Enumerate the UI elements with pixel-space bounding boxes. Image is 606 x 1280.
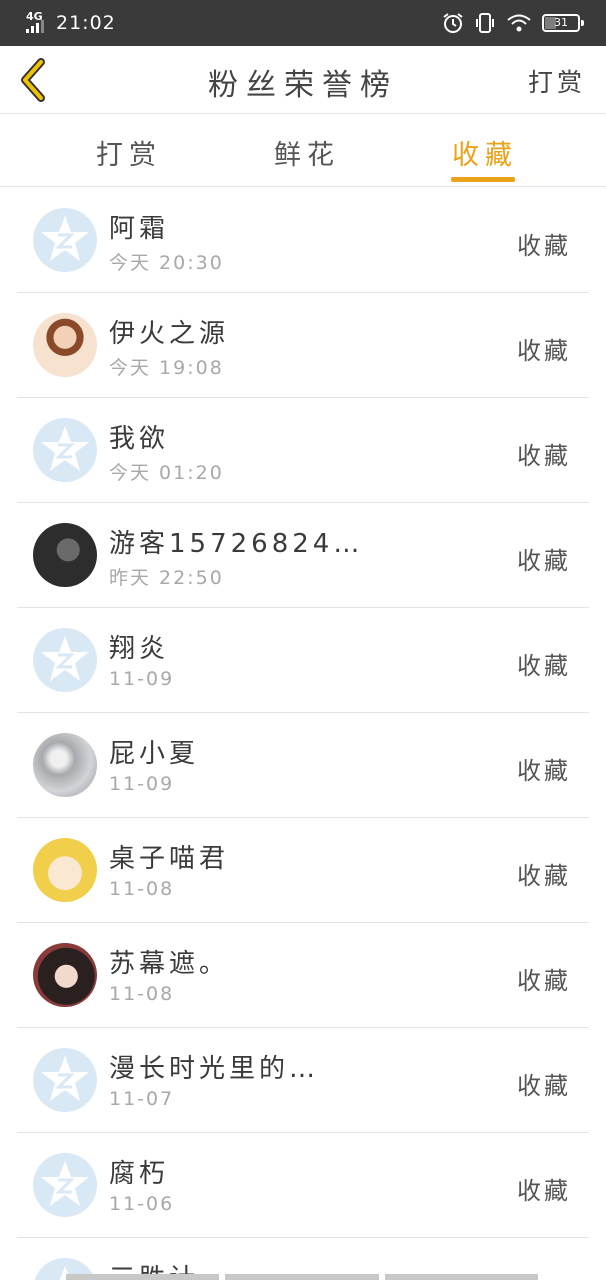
tab-bar: 打赏 鲜花 收藏 [0,115,606,187]
user-avatar [33,838,97,902]
action-label: 收藏 [517,547,571,575]
user-avatar [33,943,97,1007]
list-item[interactable]: 游客15726824… 昨天 22:50 收藏 [17,503,589,608]
user-name: 阿霜 [109,214,170,244]
tab-reward[interactable]: 打赏 [96,133,162,172]
list-item[interactable]: 漫长时光里的… 11-07 收藏 [17,1028,589,1133]
list-item[interactable]: 屁小夏 11-09 收藏 [17,713,589,818]
user-avatar [33,313,97,377]
wifi-icon [507,14,531,32]
user-avatar [33,523,97,587]
battery-icon: 31 [542,14,584,32]
top-app-bar: 粉丝荣誉榜 打赏 [0,46,606,114]
default-avatar [33,208,97,272]
page-title: 粉丝荣誉榜 [208,68,398,103]
list-item[interactable]: 阿霜 今天 20:30 收藏 [17,188,589,293]
action-label: 收藏 [517,967,571,995]
action-label: 收藏 [517,232,571,260]
favorite-time: 11-09 [109,773,175,795]
active-tab-indicator [451,177,515,182]
favorite-time: 昨天 22:50 [109,567,224,589]
favorite-time: 11-09 [109,668,175,690]
favorite-time: 今天 20:30 [109,252,224,274]
action-label: 收藏 [517,1177,571,1205]
action-label: 收藏 [517,337,571,365]
list-item[interactable]: 腐朽 11-06 收藏 [17,1133,589,1238]
alarm-icon [443,13,463,33]
reward-button[interactable]: 打赏 [528,63,586,99]
favorite-time: 今天 19:08 [109,357,224,379]
status-time: 21:02 [56,12,116,34]
bottom-overlay [66,1274,538,1280]
user-name: 腐朽 [109,1159,170,1189]
status-bar: 4G 21:02 31 [0,0,606,46]
list-item[interactable]: 桌子喵君 11-08 收藏 [17,818,589,923]
user-name: 翔炎 [109,634,170,664]
list-item[interactable]: 苏幕遮。 11-08 收藏 [17,923,589,1028]
default-avatar [33,1153,97,1217]
battery-level: 31 [554,16,568,29]
vibrate-icon [476,13,494,33]
user-name: 伊火之源 [109,319,230,349]
favorite-time: 11-08 [109,878,175,900]
user-name: 苏幕遮。 [109,949,230,979]
action-label: 收藏 [517,652,571,680]
list-item[interactable]: 伊火之源 今天 19:08 收藏 [17,293,589,398]
action-label: 收藏 [517,442,571,470]
user-name: 屁小夏 [109,739,200,769]
favorite-time: 11-08 [109,983,175,1005]
default-avatar [33,628,97,692]
action-label: 收藏 [517,757,571,785]
list-item[interactable]: 我欲 今天 01:20 收藏 [17,398,589,503]
action-label: 收藏 [517,862,571,890]
favorite-time: 11-06 [109,1193,175,1215]
tab-favorites[interactable]: 收藏 [452,133,518,172]
action-label: 收藏 [517,1072,571,1100]
list-item[interactable]: 翔炎 11-09 收藏 [17,608,589,713]
tab-flowers[interactable]: 鲜花 [274,133,340,172]
user-name: 我欲 [109,424,170,454]
user-name: 桌子喵君 [109,844,230,874]
user-avatar [33,733,97,797]
default-avatar [33,1048,97,1112]
favorite-time: 11-07 [109,1088,175,1110]
fan-list: 阿霜 今天 20:30 收藏 伊火之源 今天 19:08 收藏 我欲 今天 01… [17,188,589,1280]
cellular-signal-icon: 4G [26,11,50,35]
user-name: 游客15726824… [109,529,364,559]
user-name: 漫长时光里的… [109,1054,320,1084]
default-avatar [33,418,97,482]
favorite-time: 今天 01:20 [109,462,224,484]
